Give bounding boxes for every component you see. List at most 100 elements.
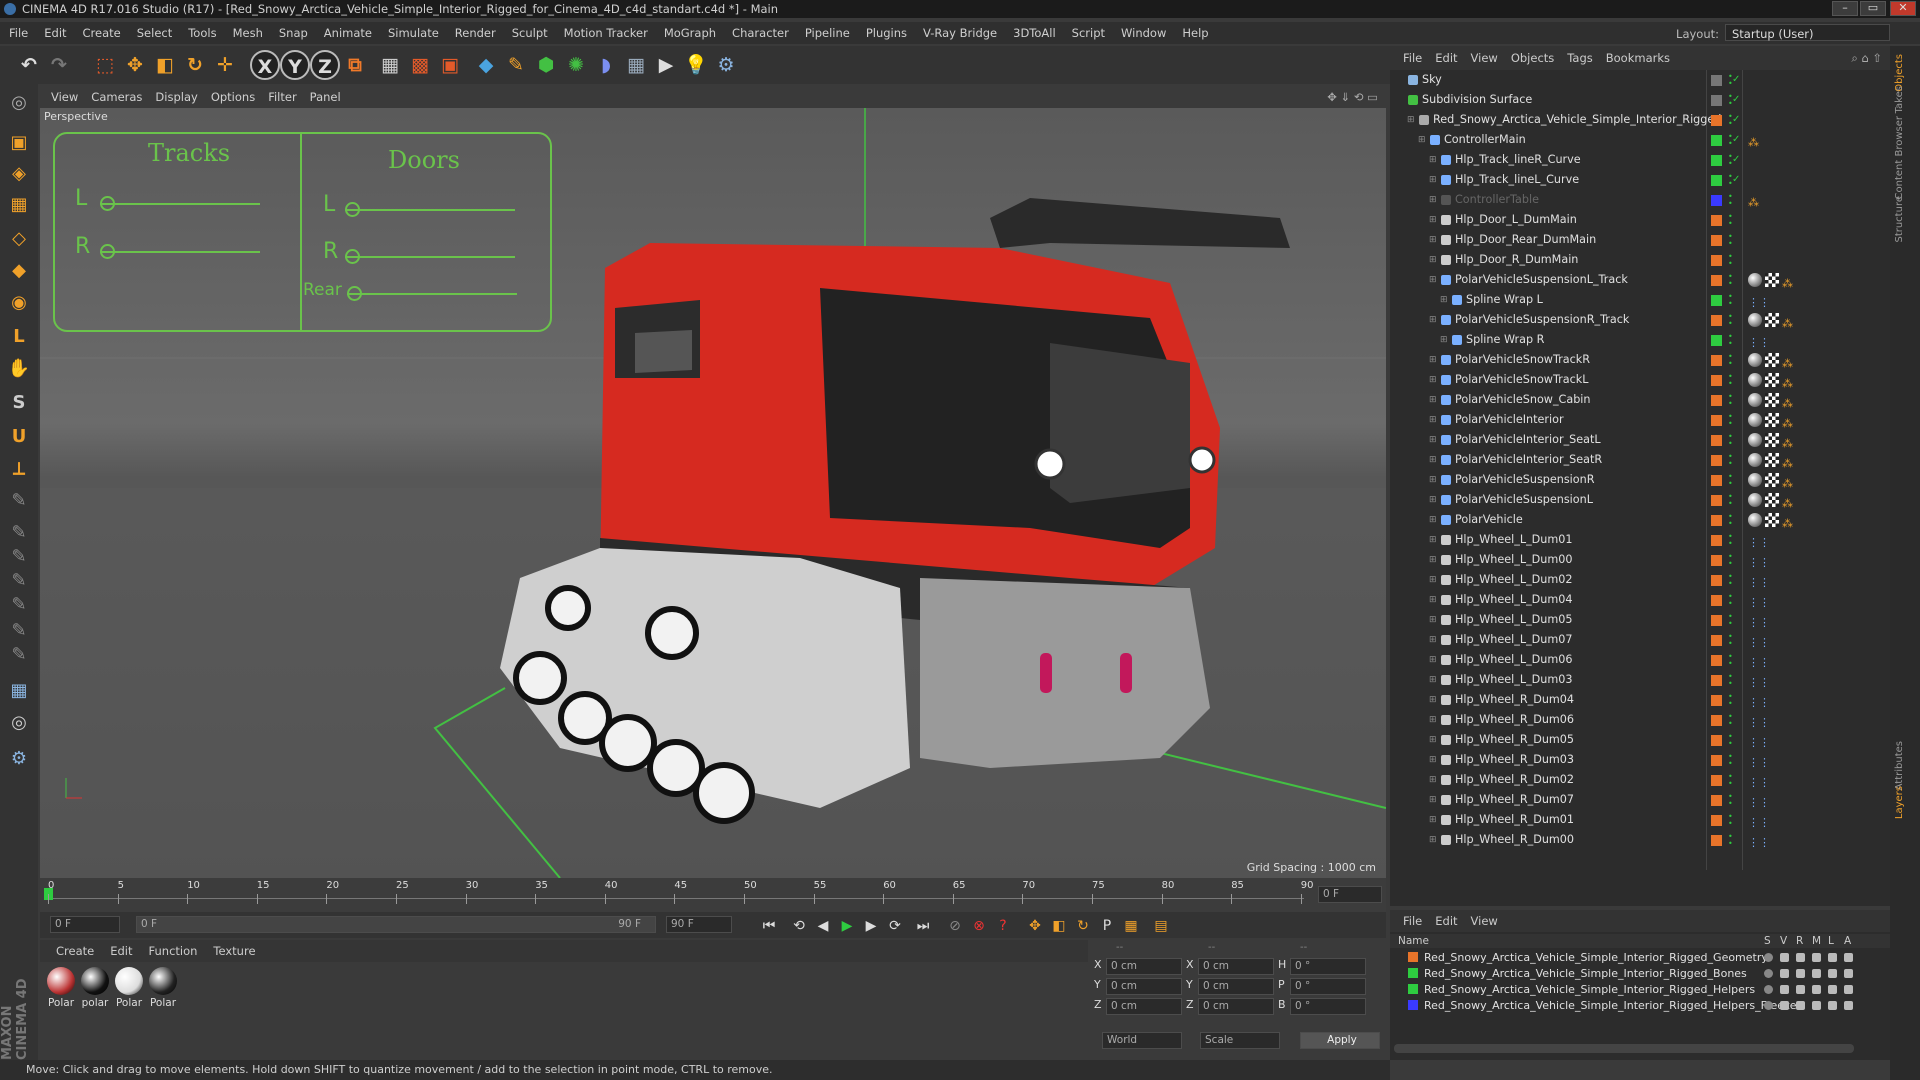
- uvw-tag-icon[interactable]: [1765, 273, 1779, 287]
- expand-toggle-icon[interactable]: ⊞: [1429, 810, 1437, 830]
- object-row[interactable]: ⊞ PolarVehicleInterior_SeatR • • ⁂: [1390, 450, 1890, 471]
- xpresso-tag-icon[interactable]: ⋮⋮: [1748, 633, 1770, 649]
- hud-track-r-slider[interactable]: [100, 251, 260, 253]
- object-name[interactable]: PolarVehicleSnow_Cabin: [1455, 390, 1591, 410]
- object-menu-bookmarks[interactable]: Bookmarks: [1606, 51, 1670, 65]
- visibility-dots[interactable]: • •: [1728, 593, 1734, 608]
- uvw-tag-icon[interactable]: [1765, 473, 1779, 487]
- object-name[interactable]: Hlp_Wheel_R_Dum07: [1455, 790, 1574, 810]
- visibility-dots[interactable]: • •: [1728, 433, 1734, 448]
- object-layer-swatch[interactable]: [1711, 235, 1722, 246]
- object-layer-swatch[interactable]: [1711, 535, 1722, 546]
- object-layer-swatch[interactable]: [1711, 475, 1722, 486]
- object-menu-view[interactable]: View: [1471, 51, 1498, 65]
- object-name[interactable]: Spline Wrap L: [1466, 290, 1543, 310]
- object-layer-swatch[interactable]: [1711, 155, 1722, 166]
- menu-file[interactable]: File: [9, 26, 28, 40]
- object-row[interactable]: ⊞ Hlp_Wheel_L_Dum04 • • ⋮⋮: [1390, 590, 1890, 610]
- visibility-dots[interactable]: • •: [1728, 753, 1734, 768]
- object-row[interactable]: Sky • • ✓: [1390, 70, 1890, 90]
- layer-toggle-icon[interactable]: [1796, 953, 1805, 962]
- material-tag-icon[interactable]: [1748, 313, 1762, 327]
- material-menu-create[interactable]: Create: [56, 944, 94, 958]
- start-frame-field[interactable]: 0 F: [50, 916, 120, 933]
- expand-toggle-icon[interactable]: ⊞: [1429, 510, 1437, 530]
- object-row[interactable]: ⊞ Spline Wrap R • • ⋮⋮: [1390, 330, 1890, 350]
- coord-value-field[interactable]: 0 °: [1290, 958, 1366, 975]
- object-layer-swatch[interactable]: [1711, 755, 1722, 766]
- object-name[interactable]: Spline Wrap R: [1466, 330, 1544, 350]
- viewport-menu-cameras[interactable]: Cameras: [91, 90, 142, 104]
- visibility-dots[interactable]: • •: [1728, 653, 1734, 668]
- coord-mode-dropdown[interactable]: World: [1102, 1032, 1182, 1049]
- object-name[interactable]: PolarVehicleInterior_SeatL: [1455, 430, 1601, 450]
- visibility-dots[interactable]: • •: [1728, 213, 1734, 228]
- timeline[interactable]: 0 5 10 15 20 25 30 35 40 45 50 55 60 65 70 75 80 85 90 0 F: [40, 878, 1386, 912]
- layer-toggle-icon[interactable]: [1764, 969, 1773, 978]
- key-param-icon[interactable]: P: [1096, 915, 1118, 937]
- expand-toggle-icon[interactable]: ⊞: [1429, 770, 1437, 790]
- object-name[interactable]: PolarVehicleSnowTrackR: [1455, 350, 1590, 370]
- xpresso-tag-icon[interactable]: ⋮⋮: [1748, 713, 1770, 729]
- object-row[interactable]: ⊞ Red_Snowy_Arctica_Vehicle_Simple_Interi…: [1390, 110, 1890, 130]
- xpresso-tag-icon[interactable]: ⋮⋮: [1748, 533, 1770, 549]
- object-row[interactable]: ⊞ Hlp_Wheel_L_Dum07 • • ⋮⋮: [1390, 630, 1890, 650]
- menu-character[interactable]: Character: [732, 26, 789, 40]
- material-tag-icon[interactable]: [1748, 373, 1762, 387]
- magnet-icon[interactable]: U: [4, 422, 34, 452]
- side-tab-structure[interactable]: Structure: [1894, 196, 1905, 243]
- texture-icon[interactable]: ▦: [4, 676, 34, 706]
- object-name[interactable]: ControllerMain: [1444, 130, 1526, 150]
- material-tag-icon[interactable]: [1748, 353, 1762, 367]
- live-selection-icon[interactable]: ⬚: [90, 50, 120, 80]
- phong-tag-icon[interactable]: ⁂: [1782, 434, 1796, 450]
- coord-value-field[interactable]: 0 cm: [1106, 978, 1182, 995]
- object-layer-swatch[interactable]: [1711, 135, 1722, 146]
- material-swatch[interactable]: Polar: [46, 967, 76, 1009]
- layout-selector[interactable]: Layout: Startup (User): [1676, 24, 1890, 42]
- object-name[interactable]: PolarVehicle: [1455, 510, 1523, 530]
- object-row[interactable]: ⊞ PolarVehicleSuspensionL • • ⁂: [1390, 490, 1890, 511]
- xpresso-tag-icon[interactable]: ⋮⋮: [1748, 833, 1770, 849]
- array-icon[interactable]: ✺: [561, 50, 591, 80]
- menu-v-ray-bridge[interactable]: V-Ray Bridge: [923, 26, 997, 40]
- timeline-layout-icon[interactable]: ▤: [1150, 915, 1172, 937]
- layer-toggle-icon[interactable]: [1828, 985, 1837, 994]
- menu-animate[interactable]: Animate: [324, 26, 372, 40]
- coord-scale-dropdown[interactable]: Scale: [1200, 1032, 1280, 1049]
- xpresso-tag-icon[interactable]: ⋮⋮: [1748, 813, 1770, 829]
- layer-toggle-icon[interactable]: [1796, 1001, 1805, 1010]
- expand-toggle-icon[interactable]: ⊞: [1440, 290, 1448, 310]
- uvw-tag-icon[interactable]: [1765, 433, 1779, 447]
- object-layer-swatch[interactable]: [1711, 95, 1722, 106]
- expand-toggle-icon[interactable]: ⊞: [1429, 190, 1437, 210]
- expand-toggle-icon[interactable]: ⊞: [1429, 250, 1437, 270]
- menu-select[interactable]: Select: [137, 26, 172, 40]
- object-menu-file[interactable]: File: [1403, 51, 1422, 65]
- material-menu-texture[interactable]: Texture: [213, 944, 255, 958]
- layer-row[interactable]: Red_Snowy_Arctica_Vehicle_Simple_Interio…: [1390, 950, 1890, 965]
- menu-script[interactable]: Script: [1072, 26, 1105, 40]
- layer-row[interactable]: Red_Snowy_Arctica_Vehicle_Simple_Interio…: [1390, 966, 1890, 981]
- layer-row[interactable]: Red_Snowy_Arctica_Vehicle_Simple_Interio…: [1390, 998, 1890, 1013]
- uvw-tag-icon[interactable]: [1765, 513, 1779, 527]
- expand-toggle-icon[interactable]: ⊞: [1429, 210, 1437, 230]
- menu-tools[interactable]: Tools: [188, 26, 216, 40]
- layer-name[interactable]: Red_Snowy_Arctica_Vehicle_Simple_Interio…: [1424, 982, 1755, 997]
- move-icon[interactable]: ✥: [120, 50, 150, 80]
- object-layer-swatch[interactable]: [1711, 455, 1722, 466]
- prev-key-icon[interactable]: ⟲: [788, 915, 810, 937]
- hud-door-r-knob[interactable]: [345, 249, 360, 264]
- layout-dropdown[interactable]: Startup (User): [1725, 24, 1890, 41]
- object-row[interactable]: ⊞ Hlp_Door_R_DumMain • •: [1390, 250, 1890, 270]
- visibility-dots[interactable]: • •: [1728, 733, 1734, 748]
- expand-toggle-icon[interactable]: ⊞: [1440, 330, 1448, 350]
- snap-icon[interactable]: S: [4, 388, 34, 418]
- layer-menu-edit[interactable]: Edit: [1435, 914, 1457, 928]
- menu-simulate[interactable]: Simulate: [388, 26, 439, 40]
- visibility-dots[interactable]: • •: [1728, 573, 1734, 588]
- python-icon[interactable]: ⚙: [4, 744, 34, 774]
- xpresso-tag-icon[interactable]: ⋮⋮: [1748, 293, 1770, 309]
- scale-icon[interactable]: ◧: [150, 50, 180, 80]
- xpresso-tag-icon[interactable]: ⋮⋮: [1748, 773, 1770, 789]
